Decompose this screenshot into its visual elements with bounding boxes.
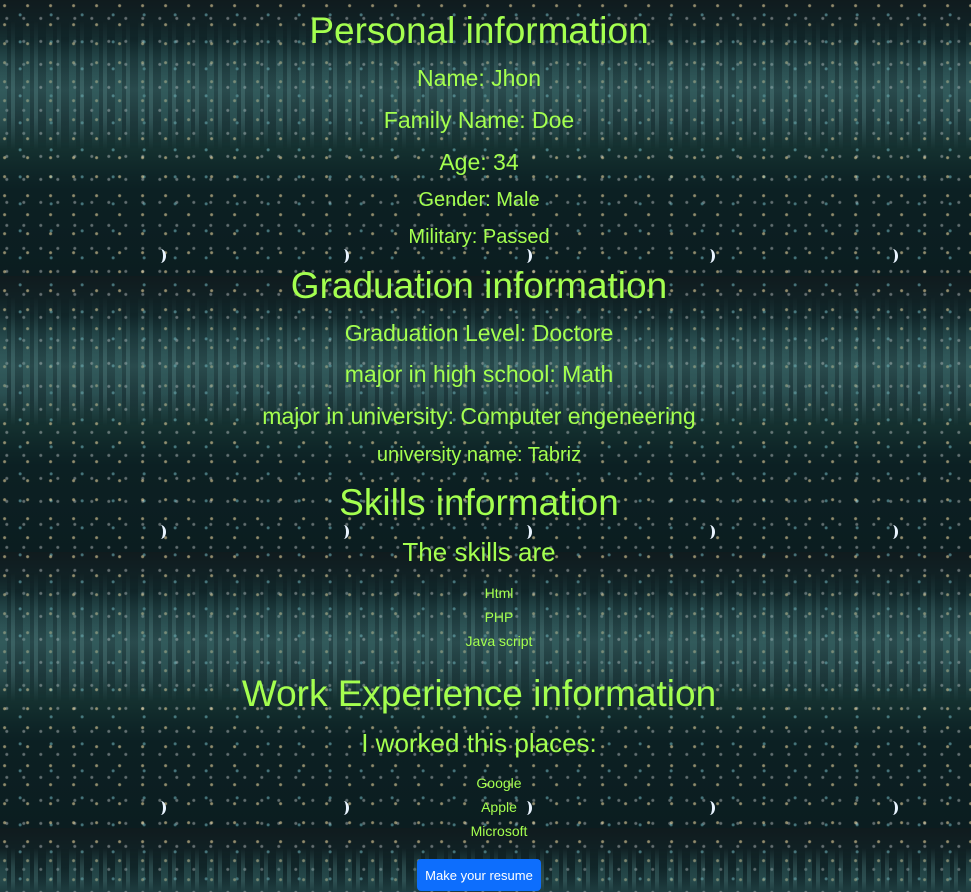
skills-heading: Skills information [339,482,619,523]
make-resume-button[interactable]: Make your resume [417,859,541,891]
work-item: Apple [481,799,517,815]
age-field: Age: 34 [439,149,519,175]
name-field: Name: Jhon [416,65,541,91]
work-heading: Work Experience information [241,673,717,714]
work-item: Google [476,775,522,791]
skills-subheading: The skills are [402,537,556,567]
personal-heading: Personal information [309,10,649,51]
skill-item: PHP [484,609,514,625]
skill-item: Java script [465,633,533,649]
university-major-field: major in university: Computer engeneerin… [262,403,696,429]
resume-content: Personal information Name: Jhon Family N… [0,0,971,892]
high-school-major-field: major in high school: Math [344,361,614,387]
graduation-level-field: Graduation Level: Doctore [344,320,614,346]
family-name-field: Family Name: Doe [383,107,575,133]
work-item: Microsoft [470,823,528,839]
university-name-field: university name: Tabriz [376,444,582,466]
skill-item: Html [484,585,514,601]
military-field: Military: Passed [408,226,550,248]
gender-field: Gender: Male [418,189,540,211]
graduation-heading: Graduation information [290,265,668,306]
work-subheading: I worked this places: [361,728,597,758]
